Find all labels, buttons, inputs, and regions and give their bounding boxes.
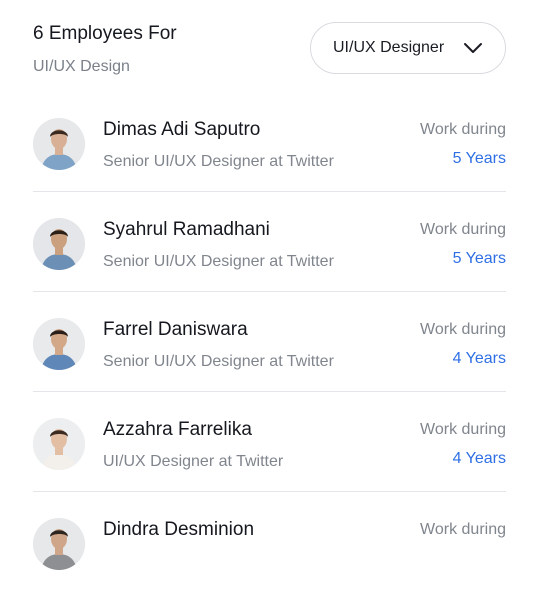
work-duration-label: Work during — [420, 121, 506, 138]
employee-role: Senior UI/UX Designer at Twitter — [103, 153, 334, 170]
employee-list: Dimas Adi Saputro Senior UI/UX Designer a… — [33, 92, 506, 592]
employee-avatar — [33, 218, 85, 270]
employee-role: Senior UI/UX Designer at Twitter — [103, 353, 334, 370]
work-duration-years: 5 Years — [452, 250, 506, 267]
employee-avatar — [33, 418, 85, 470]
employee-list-header: 6 Employees For UI/UX Design UI/UX Desig… — [33, 22, 506, 78]
employee-avatar — [33, 118, 85, 170]
employee-name: Farrel Daniswara — [103, 319, 248, 340]
employee-role: Senior UI/UX Designer at Twitter — [103, 253, 334, 270]
employee-name: Azzahra Farrelika — [103, 419, 252, 440]
employee-avatar — [33, 318, 85, 370]
employee-row[interactable]: Farrel Daniswara Senior UI/UX Designer at… — [33, 292, 506, 392]
employee-role: UI/UX Designer at Twitter — [103, 453, 284, 470]
work-duration-years: 5 Years — [452, 150, 506, 167]
work-duration-label: Work during — [420, 521, 506, 538]
page-subtitle: UI/UX Design — [33, 58, 130, 75]
employee-row[interactable]: Syahrul Ramadhani Senior UI/UX Designer a… — [33, 192, 506, 292]
work-duration-years: 4 Years — [452, 350, 506, 367]
employee-row[interactable]: Dimas Adi Saputro Senior UI/UX Designer a… — [33, 92, 506, 192]
role-filter-dropdown[interactable]: UI/UX Designer — [310, 22, 506, 74]
employee-name: Dimas Adi Saputro — [103, 119, 261, 140]
chevron-down-icon — [464, 43, 482, 53]
employee-avatar — [33, 518, 85, 570]
employee-name: Dindra Desminion — [103, 519, 255, 540]
work-duration-label: Work during — [420, 421, 506, 438]
role-filter-selected: UI/UX Designer — [333, 39, 445, 56]
work-duration-years: 4 Years — [452, 450, 506, 467]
work-duration-label: Work during — [420, 321, 506, 338]
page-title: 6 Employees For — [33, 23, 177, 44]
employee-row[interactable]: Azzahra Farrelika UI/UX Designer at Twitt… — [33, 392, 506, 492]
employee-row[interactable]: Dindra Desminion Work during — [33, 492, 506, 592]
employee-name: Syahrul Ramadhani — [103, 219, 270, 240]
work-duration-label: Work during — [420, 221, 506, 238]
